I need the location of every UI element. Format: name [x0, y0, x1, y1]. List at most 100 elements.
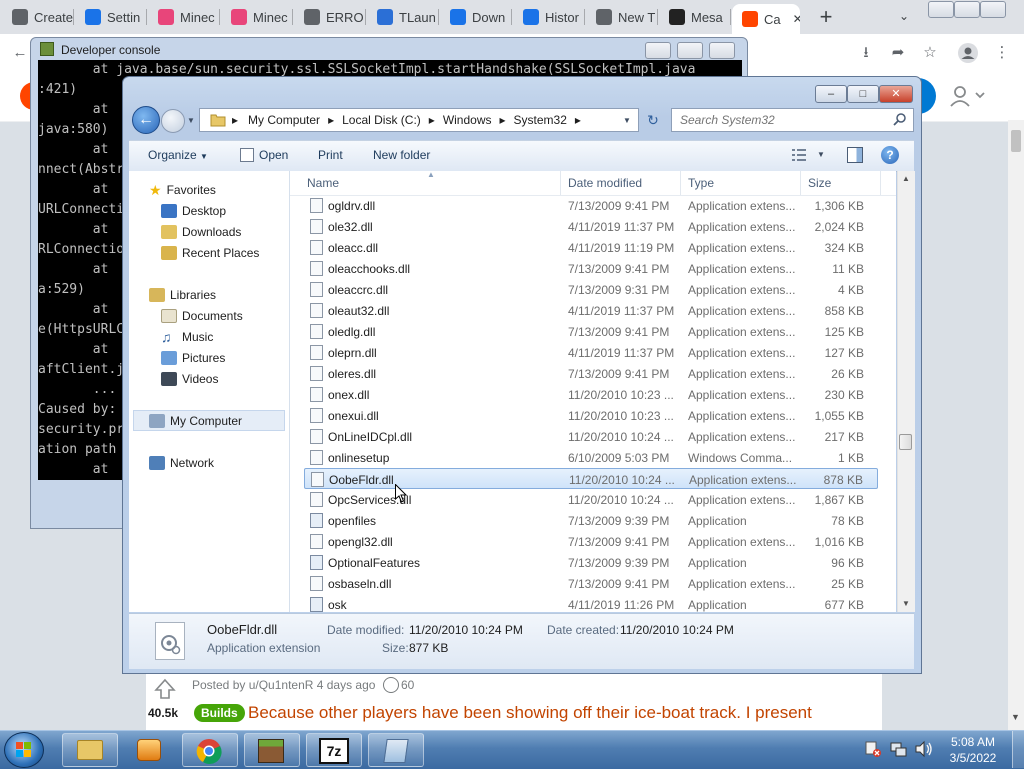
file-row[interactable]: onex.dll 11/20/2010 10:23 ... Application …: [304, 384, 878, 405]
address-history-dropdown-icon[interactable]: ▼: [623, 116, 631, 125]
console-close-button[interactable]: [709, 42, 735, 59]
file-row[interactable]: osbaseln.dll 7/13/2009 9:41 PM Application…: [304, 573, 878, 594]
nav-videos[interactable]: Videos: [161, 369, 218, 389]
taskbar-notepad[interactable]: [368, 733, 424, 767]
file-row[interactable]: opengl32.dll 7/13/2009 9:41 PM Application…: [304, 531, 878, 552]
browser-menu-icon[interactable]: ⋮: [992, 43, 1012, 63]
browser-tab[interactable]: Histor: [513, 3, 584, 31]
file-row[interactable]: OptionalFeatures 7/13/2009 9:39 PM Applica…: [304, 552, 878, 573]
post-flair[interactable]: Builds: [194, 704, 245, 722]
page-scrollbar-thumb[interactable]: [1011, 130, 1021, 152]
file-row[interactable]: OnLineIDCpl.dll 11/20/2010 10:24 ... Appli…: [304, 426, 878, 447]
nav-pictures[interactable]: Pictures: [161, 348, 225, 368]
search-box[interactable]: [671, 108, 914, 132]
taskbar-media-player[interactable]: [122, 733, 178, 767]
browser-tab[interactable]: Create: [2, 3, 73, 31]
start-button[interactable]: [4, 732, 44, 768]
print-button[interactable]: Print: [318, 148, 343, 162]
view-icon[interactable]: [792, 149, 806, 161]
new-folder-button[interactable]: New folder: [373, 148, 430, 162]
column-size[interactable]: Size: [808, 176, 831, 190]
file-list-scrollbar[interactable]: ▲ ▼: [897, 171, 915, 612]
breadcrumb-local-disk[interactable]: Local Disk (C:): [342, 113, 421, 127]
file-row[interactable]: oleacchooks.dll 7/13/2009 9:41 PM Applicat…: [304, 258, 878, 279]
breadcrumb-sep-icon[interactable]: ▸: [500, 113, 506, 127]
taskbar-7zip[interactable]: 7z: [306, 733, 362, 767]
back-arrow-icon[interactable]: ←: [10, 43, 30, 63]
share-icon[interactable]: ➦: [888, 43, 908, 63]
column-type[interactable]: Type: [688, 176, 714, 190]
file-list[interactable]: ogldrv.dll 7/13/2009 9:41 PM Application e…: [290, 171, 896, 612]
file-row[interactable]: oleaccrc.dll 7/13/2009 9:31 PM Application…: [304, 279, 878, 300]
file-row[interactable]: oledlg.dll 7/13/2009 9:41 PM Application e…: [304, 321, 878, 342]
breadcrumb-sep-icon[interactable]: ▸: [232, 113, 238, 127]
browser-close-button[interactable]: [980, 1, 1006, 18]
breadcrumb-sep-icon[interactable]: ▸: [429, 113, 435, 127]
console-maximize-button[interactable]: [677, 42, 703, 59]
scroll-thumb[interactable]: [899, 434, 912, 450]
column-divider[interactable]: [680, 171, 681, 195]
show-desktop-button[interactable]: [1012, 731, 1024, 768]
user-menu-icon[interactable]: [948, 84, 988, 108]
file-row[interactable]: ogldrv.dll 7/13/2009 9:41 PM Application e…: [304, 195, 878, 216]
tray-action-center-icon[interactable]: [864, 740, 882, 758]
tray-clock[interactable]: 5:08 AM 3/5/2022: [944, 734, 1002, 766]
breadcrumb-sep-icon[interactable]: ▸: [575, 113, 581, 127]
file-row[interactable]: osk 4/11/2019 11:26 PM Application 677 KB: [304, 594, 878, 612]
browser-tab[interactable]: TLaun: [367, 3, 438, 31]
breadcrumb-system32[interactable]: System32: [514, 113, 567, 127]
breadcrumb-windows[interactable]: Windows: [443, 113, 492, 127]
console-minimize-button[interactable]: [645, 42, 671, 59]
browser-tab[interactable]: Minec: [148, 3, 219, 31]
view-dropdown-icon[interactable]: ▼: [817, 150, 825, 159]
open-button[interactable]: Open: [259, 148, 288, 162]
column-name[interactable]: Name: [307, 176, 339, 190]
nav-downloads[interactable]: Downloads: [161, 222, 241, 242]
file-row[interactable]: OobeFldr.dll 11/20/2010 10:24 ... Applicat…: [304, 468, 878, 489]
tab-close-icon[interactable]: ✕: [793, 12, 800, 26]
refresh-icon[interactable]: ↻: [641, 109, 665, 131]
nav-my-computer[interactable]: My Computer: [149, 411, 242, 431]
explorer-minimize-button[interactable]: –: [815, 85, 847, 103]
profile-avatar-icon[interactable]: [958, 43, 978, 63]
file-row[interactable]: oleprn.dll 4/11/2019 11:37 PM Application …: [304, 342, 878, 363]
reddit-post[interactable]: Posted by u/Qu1ntenR 4 days ago 60 40.5k…: [146, 672, 882, 730]
file-row[interactable]: oleacc.dll 4/11/2019 11:19 PM Application …: [304, 237, 878, 258]
file-row[interactable]: openfiles 7/13/2009 9:39 PM Application 78 …: [304, 510, 878, 531]
upvote-icon[interactable]: [154, 678, 176, 700]
search-input[interactable]: [672, 109, 890, 131]
taskbar-minecraft[interactable]: [244, 733, 300, 767]
address-bar[interactable]: ▸ My Computer ▸ Local Disk (C:) ▸ Window…: [199, 108, 639, 132]
nav-libraries[interactable]: Libraries: [149, 285, 216, 305]
search-icon[interactable]: [893, 112, 907, 126]
scroll-down-arrow-icon[interactable]: ▼: [902, 599, 910, 608]
browser-tab[interactable]: Minec: [221, 3, 292, 31]
breadcrumb-my-computer[interactable]: My Computer: [248, 113, 320, 127]
explorer-maximize-button[interactable]: □: [847, 85, 879, 103]
scroll-up-arrow-icon[interactable]: ▲: [902, 174, 910, 183]
browser-minimize-button[interactable]: [928, 1, 954, 18]
column-date-modified[interactable]: Date modified: [568, 176, 642, 190]
browser-tab[interactable]: New T: [586, 3, 657, 31]
nav-forward-button[interactable]: [161, 109, 185, 133]
preview-pane-icon[interactable]: [847, 147, 863, 163]
nav-desktop[interactable]: Desktop: [161, 201, 226, 221]
recent-pages-dropdown-icon[interactable]: ▼: [187, 116, 195, 125]
file-row[interactable]: onexui.dll 11/20/2010 10:23 ... Applicatio…: [304, 405, 878, 426]
browser-tab[interactable]: Mesa: [659, 3, 730, 31]
download-icon[interactable]: ⭳: [856, 43, 876, 63]
file-row[interactable]: OpcServices.dll 11/20/2010 10:24 ... Appli…: [304, 489, 878, 510]
breadcrumb-sep-icon[interactable]: ▸: [328, 113, 334, 127]
scroll-down-arrow-icon[interactable]: ▼: [1011, 712, 1020, 722]
taskbar-explorer[interactable]: [62, 733, 118, 767]
explorer-close-button[interactable]: ✕: [879, 85, 913, 103]
bookmark-star-icon[interactable]: ☆: [920, 43, 940, 63]
taskbar-chrome[interactable]: [182, 733, 238, 767]
nav-documents[interactable]: Documents: [161, 306, 243, 326]
file-row[interactable]: ole32.dll 4/11/2019 11:37 PM Application e…: [304, 216, 878, 237]
browser-tab[interactable]: Settin: [75, 3, 146, 31]
help-icon[interactable]: ?: [881, 146, 899, 164]
nav-back-button[interactable]: ←: [132, 106, 160, 134]
organize-button[interactable]: Organize ▼: [148, 148, 208, 162]
post-title[interactable]: Because other players have been showing …: [248, 703, 812, 723]
